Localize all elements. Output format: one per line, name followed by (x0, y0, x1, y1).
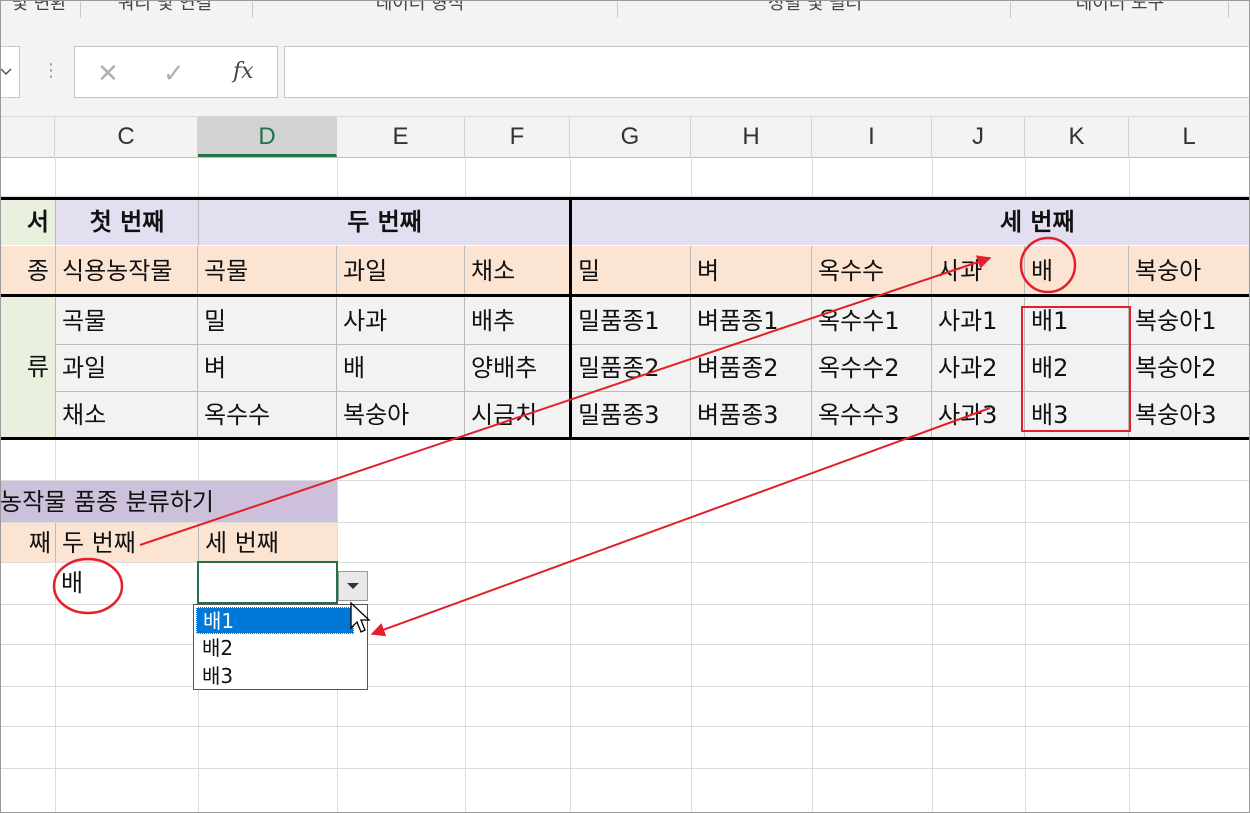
ribbon-group-queries: 쿼리 및 연결 (117, 0, 213, 14)
ribbon-group-data-tools: 데이터 도구 (1075, 0, 1165, 14)
dropdown-option-pear3[interactable]: 배3 (196, 663, 354, 690)
formula-input[interactable] (284, 46, 1250, 98)
crop-wheat[interactable]: 밀 (572, 246, 691, 295)
table-cell[interactable]: 복숭아2 (1129, 345, 1250, 392)
table-cell[interactable]: 옥수수3 (812, 392, 932, 437)
table-cell[interactable]: 배2 (1025, 345, 1129, 392)
crop-peach[interactable]: 복숭아 (1129, 246, 1250, 295)
dropdown-option-pear2[interactable]: 배2 (196, 635, 354, 662)
column-header-d[interactable]: D (198, 117, 337, 157)
table-cell[interactable]: 밀품종2 (572, 345, 691, 392)
insert-function-icon[interactable]: fx (233, 59, 254, 84)
ribbon-group-data-types: 데이터 형식 (375, 0, 465, 14)
form-header-second[interactable]: 두 번째 (55, 523, 198, 562)
crop-rice[interactable]: 벼 (691, 246, 812, 295)
table-cell[interactable]: 과일 (55, 345, 198, 392)
category-vegetable[interactable]: 채소 (465, 246, 570, 295)
table-cell[interactable]: 사과2 (932, 345, 1025, 392)
table-cell[interactable]: 채소 (55, 392, 198, 437)
table-cell[interactable]: 사과 (337, 297, 465, 345)
column-header-e[interactable]: E (337, 117, 465, 157)
table-cell[interactable]: 배추 (465, 297, 570, 345)
table-border (0, 197, 1250, 200)
category-fruit[interactable]: 과일 (337, 246, 465, 295)
table-cell[interactable]: 옥수수1 (812, 297, 932, 345)
third-value-cell[interactable] (197, 561, 338, 604)
table-cell[interactable]: 밀품종3 (572, 392, 691, 437)
table-cell[interactable]: 벼품종2 (691, 345, 812, 392)
table-row2-b[interactable]: 종 (0, 246, 55, 295)
ribbon-group-transform: 및 변환 (11, 0, 67, 14)
crop-corn[interactable]: 옥수수 (812, 246, 932, 295)
table-border (0, 437, 1250, 440)
table-border (569, 197, 572, 440)
table-cell[interactable]: 양배추 (465, 345, 570, 392)
crop-pear[interactable]: 배 (1025, 246, 1129, 295)
table-cell[interactable]: 배1 (1025, 297, 1129, 345)
crop-apple[interactable]: 사과 (932, 246, 1025, 295)
table-cell[interactable]: 곡물 (55, 297, 198, 345)
column-header-c[interactable]: C (55, 117, 198, 157)
column-header-g[interactable]: G (570, 117, 691, 157)
column-header-l[interactable]: L (1129, 117, 1250, 157)
column-header-k[interactable]: K (1025, 117, 1129, 157)
table-b-header[interactable]: 서 (0, 199, 55, 245)
column-header-i[interactable]: I (812, 117, 932, 157)
header-first[interactable]: 첫 번째 (55, 199, 198, 245)
table-border (0, 294, 1250, 297)
enter-check-icon[interactable]: ✓ (163, 59, 185, 89)
table-cell[interactable]: 밀품종1 (572, 297, 691, 345)
ribbon-group-labels: 및 변환 쿼리 및 연결 데이터 형식 정렬 및 필터 데이터 도구 (0, 0, 1250, 23)
chevron-down-icon (0, 68, 12, 76)
second-value-cell[interactable]: 배 (55, 563, 198, 603)
column-headers: C D E F G H I J K L (0, 116, 1250, 158)
grip-icon: ⋮ (42, 60, 60, 81)
column-header-f[interactable]: F (465, 117, 570, 157)
column-header-j[interactable]: J (932, 117, 1025, 157)
ribbon-group-sort-filter: 정렬 및 필터 (767, 0, 863, 14)
form-header-first[interactable]: 째 (0, 523, 55, 562)
form-title[interactable]: 농작물 품종 분류하기 (0, 481, 337, 522)
column-header-h[interactable]: H (691, 117, 812, 157)
table-cell[interactable]: 복숭아3 (1129, 392, 1250, 437)
validation-dropdown-list: 배1 배2 배3 (193, 604, 368, 690)
table-cell[interactable]: 사과3 (932, 392, 1025, 437)
table-cell[interactable]: 사과1 (932, 297, 1025, 345)
table-cell[interactable]: 벼품종1 (691, 297, 812, 345)
table-cell[interactable]: 시금치 (465, 392, 570, 437)
category-label[interactable]: 식용농작물 (55, 246, 198, 295)
table-cell[interactable]: 벼 (198, 345, 337, 392)
table-cell[interactable]: 옥수수 (198, 392, 337, 437)
header-third[interactable]: 세 번째 (570, 199, 1250, 245)
category-grain[interactable]: 곡물 (198, 246, 337, 295)
name-box[interactable] (0, 46, 20, 98)
form-header-third[interactable]: 세 번째 (198, 523, 337, 562)
formula-bar: ⋮ ✕ ✓ fx (0, 22, 1250, 116)
table-cell[interactable]: 복숭아1 (1129, 297, 1250, 345)
table-cell[interactable]: 복숭아 (337, 392, 465, 437)
dropdown-button[interactable] (338, 571, 368, 601)
column-header-b[interactable] (0, 117, 55, 157)
formula-buttons: ✕ ✓ fx (74, 46, 278, 98)
dropdown-arrow-icon (347, 583, 359, 589)
table-cell[interactable]: 벼품종3 (691, 392, 812, 437)
table-b-label[interactable]: 류 (0, 297, 55, 437)
dropdown-option-pear1[interactable]: 배1 (196, 607, 354, 634)
table-cell[interactable]: 옥수수2 (812, 345, 932, 392)
header-second[interactable]: 두 번째 (198, 199, 570, 245)
cancel-icon[interactable]: ✕ (97, 59, 119, 89)
table-cell[interactable]: 밀 (198, 297, 337, 345)
table-cell[interactable]: 배 (337, 345, 465, 392)
table-cell[interactable]: 배3 (1025, 392, 1129, 437)
